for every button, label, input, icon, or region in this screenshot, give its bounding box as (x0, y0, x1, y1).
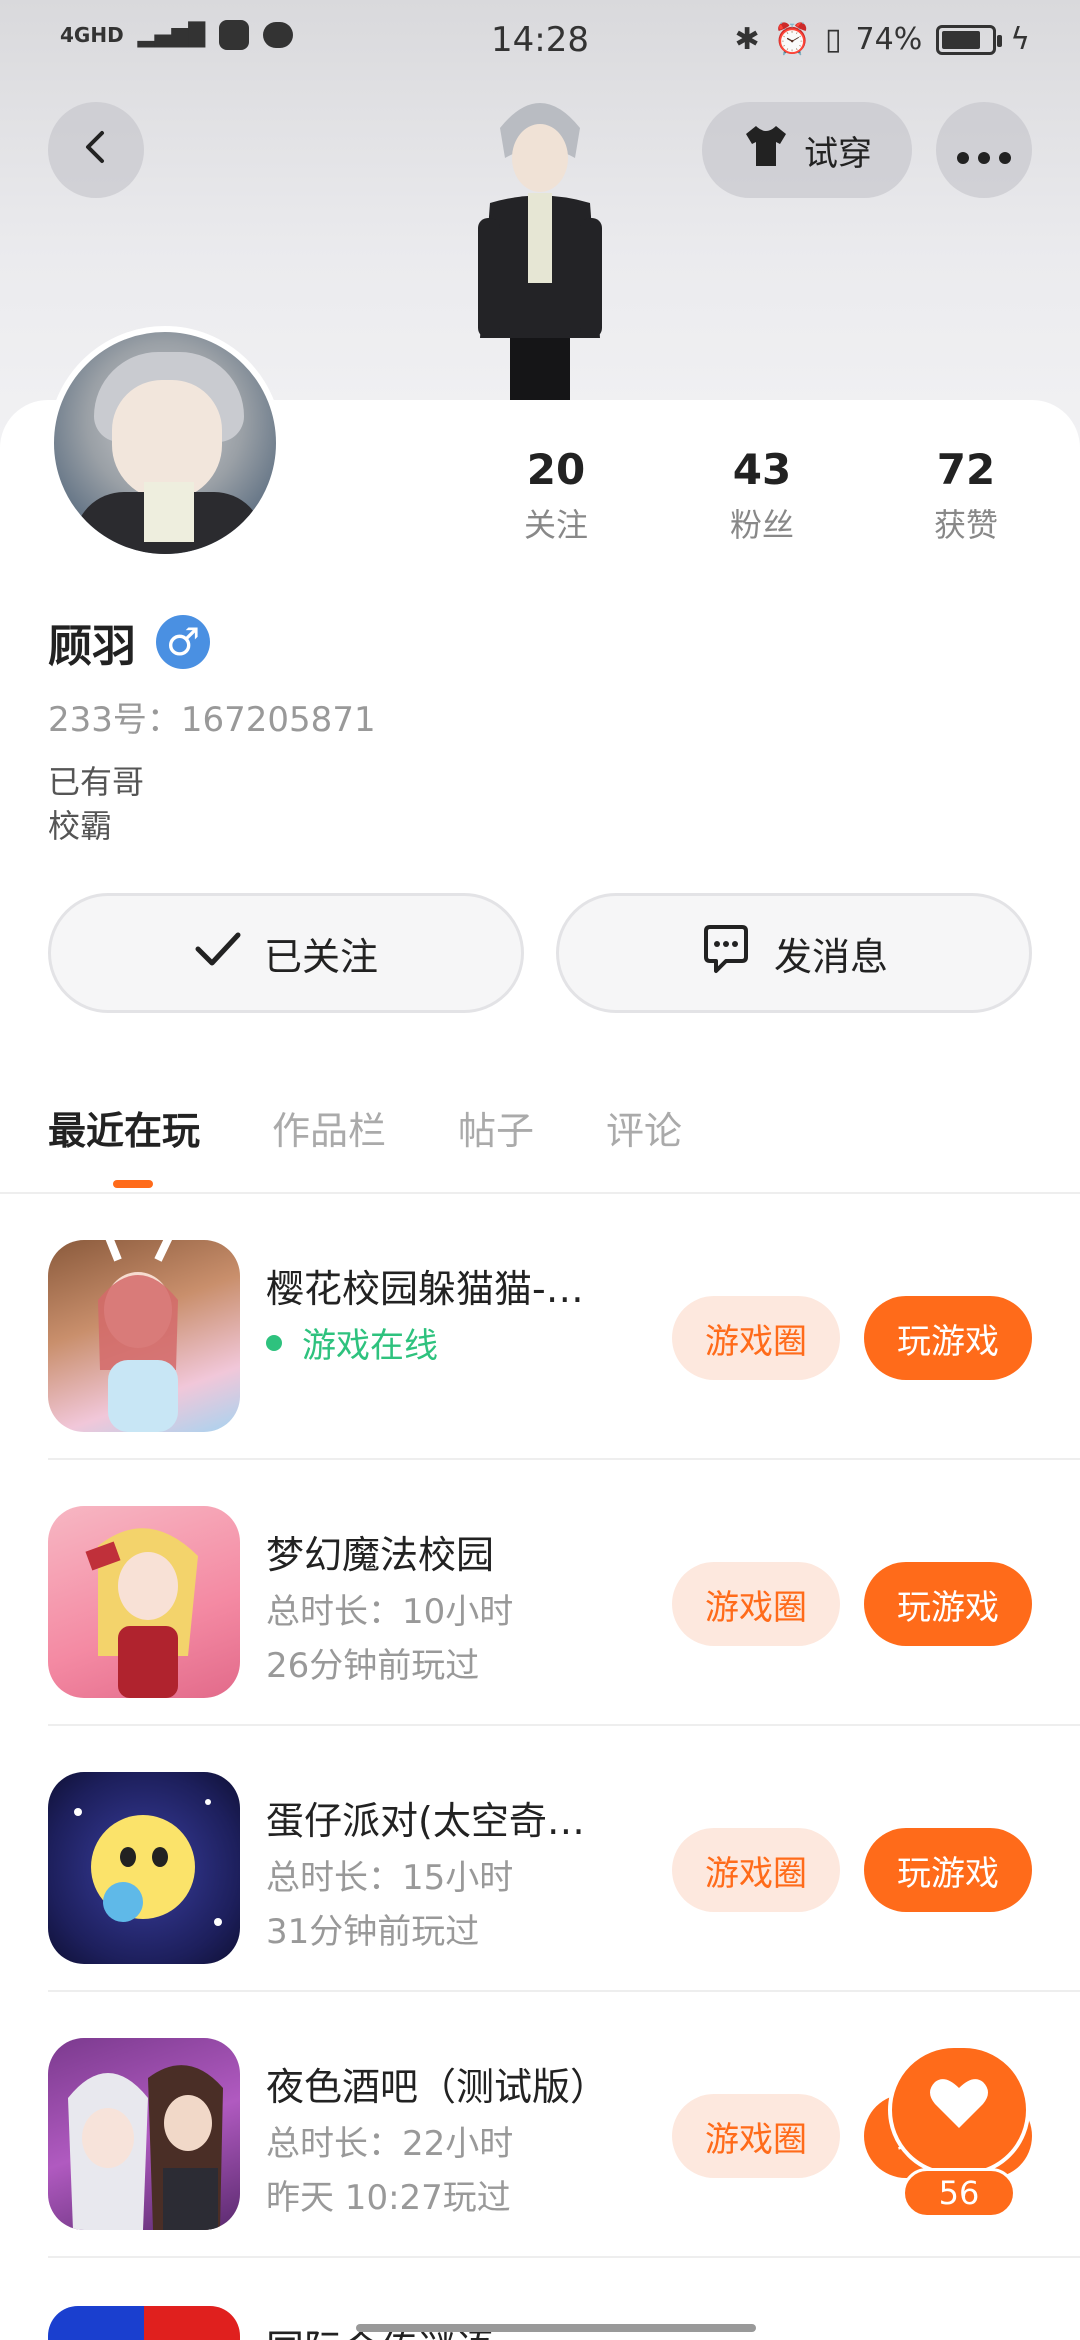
like-circle (888, 2044, 1030, 2176)
online-status: 游戏在线 (266, 1318, 438, 1367)
game-title: 夜色酒吧（测试版） (266, 2065, 609, 2109)
avatar-3d-character (450, 88, 630, 400)
game-duration: 总时长：10小时 (266, 1592, 514, 1632)
battery-percent: 74% (855, 22, 923, 57)
divider (48, 1724, 1080, 1726)
charging-icon: ϟ (1010, 22, 1030, 57)
tryon-label: 试穿 (804, 133, 872, 174)
message-button[interactable]: 发消息 (556, 893, 1032, 1013)
game-circle-button[interactable]: 游戏圈 (672, 1296, 840, 1380)
tryon-button[interactable]: 试穿 (702, 102, 912, 198)
avatar[interactable] (48, 326, 282, 560)
user-bio: 已有哥 校霸 (48, 760, 144, 848)
gender-male-icon: ♂ (156, 615, 210, 669)
game-duration: 总时长：22小时 (266, 2124, 514, 2164)
divider (48, 1990, 1080, 1992)
play-game-button[interactable]: 玩游戏 (864, 1562, 1032, 1646)
active-tab-indicator (113, 1180, 153, 1188)
alarm-icon: ⏰ (773, 22, 811, 57)
online-dot-icon (266, 1334, 282, 1351)
tab-label: 作品栏 (272, 1109, 387, 1153)
list-item[interactable]: 樱花校园躲猫猫-… 游戏在线 游戏圈 玩游戏 (48, 1196, 1080, 1460)
list-item[interactable]: 夜色酒吧（测试版） 总时长：22小时 昨天 10:27玩过 游戏圈 玩游戏 (48, 1994, 1080, 2258)
tab-recent-played[interactable]: 最近在玩 (48, 1100, 201, 1188)
stat-followers-count: 43 (732, 445, 792, 494)
game-circle-button[interactable]: 游戏圈 (672, 2094, 840, 2178)
profile-tabs: 最近在玩 作品栏 帖子 评论 (48, 1100, 682, 1188)
bluetooth-icon: ✱ (734, 22, 760, 57)
list-item[interactable]: 梦幻魔法校园 总时长：10小时 26分钟前玩过 游戏圈 玩游戏 (48, 1462, 1080, 1726)
game-icon (48, 2038, 240, 2230)
stat-following-count: 20 (526, 445, 586, 494)
tab-posts[interactable]: 帖子 (458, 1100, 534, 1155)
game-icon (48, 2306, 240, 2340)
stat-likes-label: 获赞 (933, 506, 998, 544)
user-name: 顾羽 (48, 621, 136, 672)
play-game-button[interactable]: 玩游戏 (864, 1828, 1032, 1912)
game-duration: 总时长：15小时 (266, 1858, 514, 1898)
divider (48, 2256, 1080, 2258)
status-bar: 4GHD ▂▄▆█ 14:28 ✱ ⏰ ▯ 74% ϟ (0, 0, 1080, 80)
vibrate-icon: ▯ (825, 22, 842, 57)
online-label: 游戏在线 (302, 1326, 438, 1366)
stat-likes[interactable]: 72 获赞 (886, 445, 1046, 546)
battery-icon (936, 24, 1003, 55)
tab-works[interactable]: 作品栏 (272, 1100, 386, 1155)
chevron-left-icon (78, 125, 114, 176)
stat-following[interactable]: 20 关注 (476, 445, 636, 546)
stat-following-label: 关注 (523, 506, 588, 544)
user-id: 233号：167205871 (48, 700, 376, 740)
tab-label: 评论 (606, 1109, 683, 1153)
follow-label: 已关注 (263, 934, 378, 979)
tab-label: 最近在玩 (48, 1109, 201, 1153)
back-button[interactable] (48, 102, 144, 198)
more-horizontal-icon (956, 125, 1012, 176)
game-title: 蛋仔派对(太空奇… (266, 1799, 585, 1843)
game-icon (48, 1240, 240, 1432)
tab-label: 帖子 (458, 1109, 535, 1153)
game-circle-button[interactable]: 游戏圈 (672, 1562, 840, 1646)
stat-followers[interactable]: 43 粉丝 (682, 445, 842, 546)
like-button[interactable]: 56 (888, 2044, 1030, 2218)
game-last-played: 31分钟前玩过 (266, 1912, 480, 1952)
game-last-played: 26分钟前玩过 (266, 1646, 480, 1686)
list-item[interactable]: 蛋仔派对(太空奇… 总时长：15小时 31分钟前玩过 游戏圈 玩游戏 (48, 1728, 1080, 1992)
game-circle-button[interactable]: 游戏圈 (672, 1828, 840, 1912)
check-icon (194, 929, 242, 978)
tshirt-icon (742, 124, 790, 177)
name-row: 顾羽 ♂ (48, 610, 210, 674)
follow-button[interactable]: 已关注 (48, 893, 524, 1013)
home-indicator[interactable] (356, 2324, 756, 2332)
play-game-button[interactable]: 玩游戏 (864, 1296, 1032, 1380)
more-button[interactable] (936, 102, 1032, 198)
game-icon (48, 1506, 240, 1698)
bio-line: 校霸 (48, 807, 113, 845)
tabs-divider (0, 1192, 1080, 1194)
game-last-played: 昨天 10:27玩过 (266, 2178, 511, 2218)
divider (48, 1458, 1080, 1460)
game-icon (48, 1772, 240, 1964)
message-label: 发消息 (773, 934, 888, 979)
stat-followers-label: 粉丝 (729, 506, 794, 544)
status-right: ✱ ⏰ ▯ 74% ϟ (735, 22, 1031, 57)
bio-line: 已有哥 (48, 763, 145, 801)
stat-likes-count: 72 (936, 445, 996, 494)
game-title: 樱花校园躲猫猫-… (266, 1267, 584, 1311)
message-icon (700, 923, 752, 984)
heart-icon (929, 2075, 989, 2145)
tab-comments[interactable]: 评论 (606, 1100, 682, 1155)
like-count: 56 (902, 2168, 1016, 2218)
game-title: 梦幻魔法校园 (266, 1533, 495, 1577)
